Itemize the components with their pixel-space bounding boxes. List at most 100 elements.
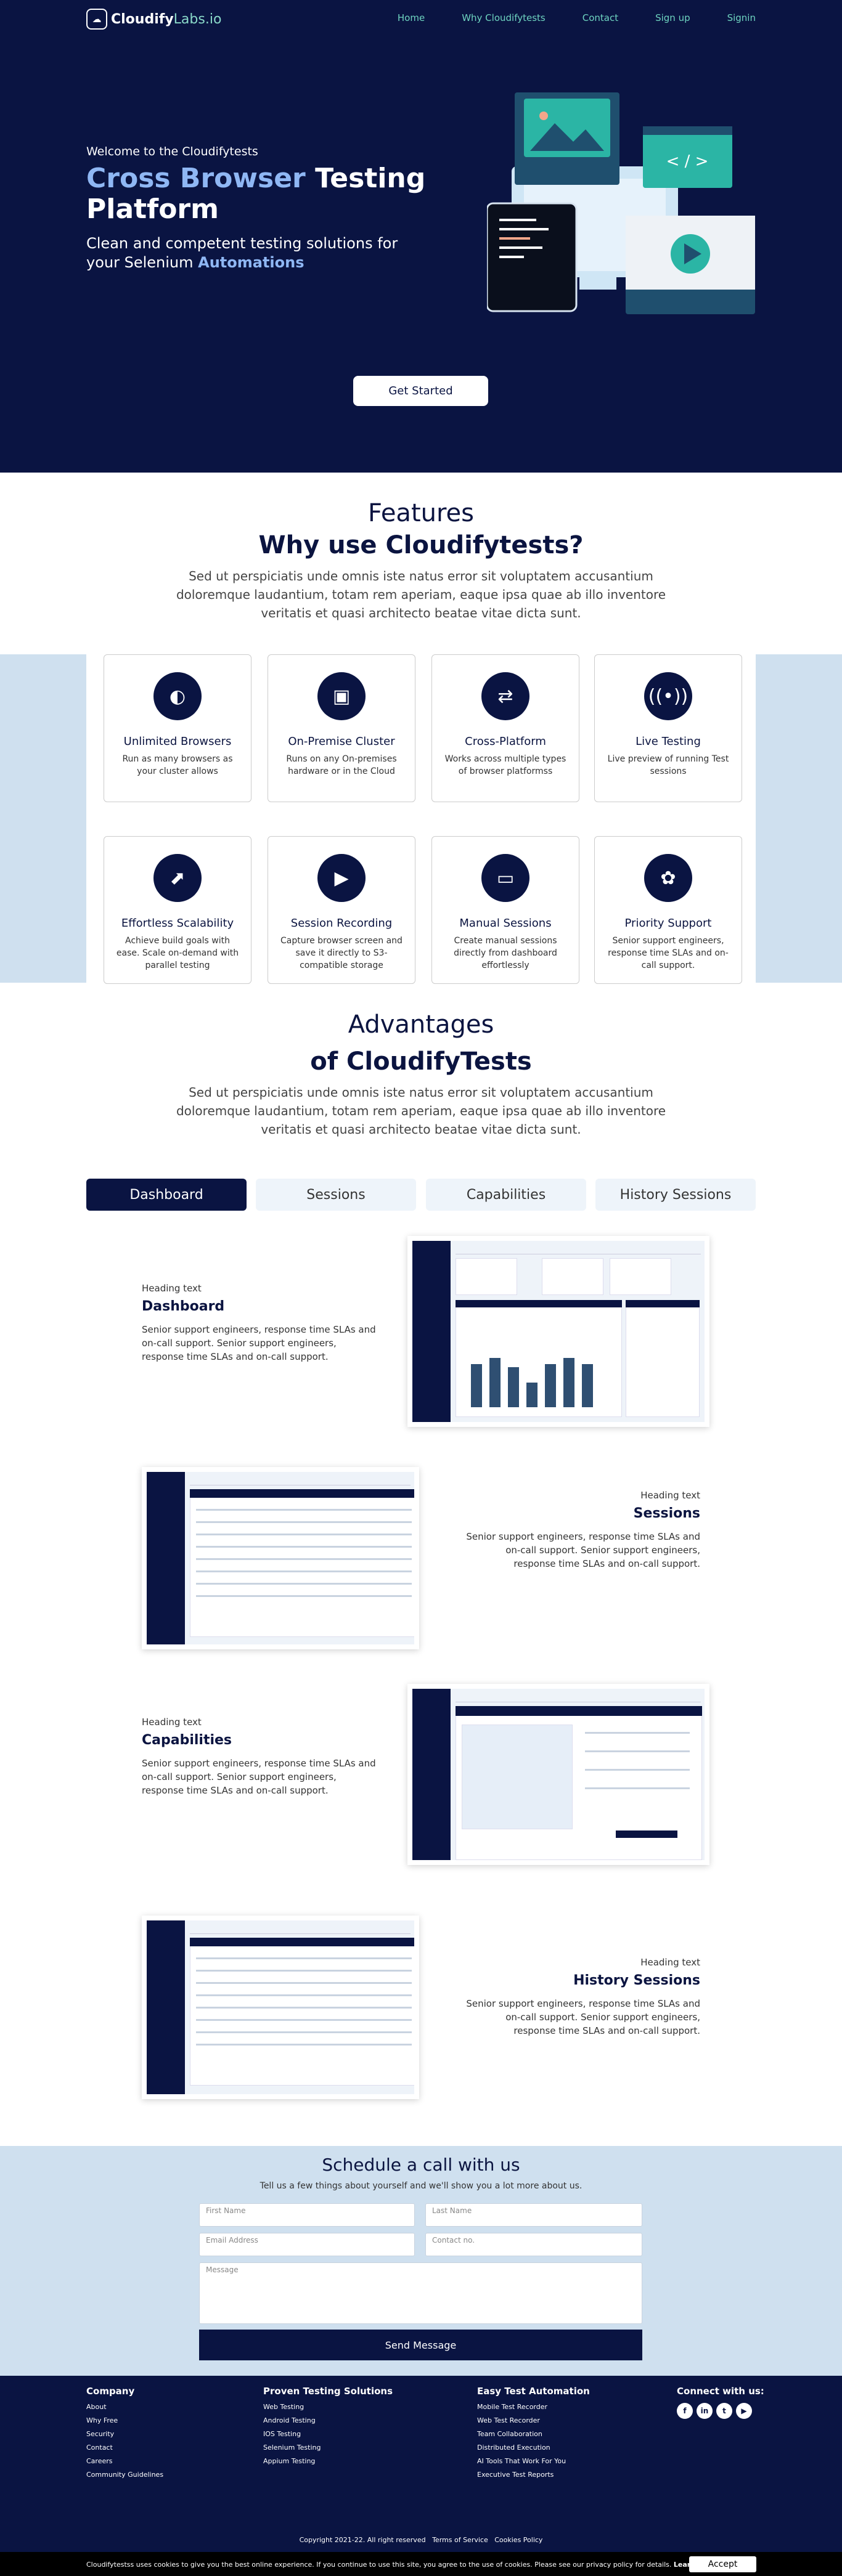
nav-link-why[interactable]: Why Cloudifytests (462, 12, 546, 23)
feature-card: ⬈ Effortless Scalability Achieve build goa… (104, 836, 251, 984)
footer-link[interactable]: Why Free (86, 2416, 163, 2424)
sessions-screenshot (142, 1467, 419, 1649)
feature-description: Senior support engineers, response time … (608, 936, 729, 970)
schedule-section: Schedule a call with us Tell us a few th… (0, 2146, 842, 2376)
facebook-icon[interactable]: f (677, 2403, 693, 2419)
footer-link[interactable]: About (86, 2403, 163, 2411)
advantage-row-history: Heading text History Sessions Senior sup… (466, 1957, 700, 2038)
footer-link[interactable]: Contact (86, 2444, 163, 2452)
footer-link[interactable]: AI Tools That Work For You (477, 2457, 590, 2465)
last-name-input[interactable]: Last Name (425, 2203, 642, 2227)
cookie-banner: Cloudifytestss uses cookies to give you … (0, 2552, 842, 2576)
terms-link[interactable]: Terms of Service (432, 2536, 488, 2544)
band-left (0, 654, 86, 983)
advantage-title: History Sessions (573, 1973, 700, 1988)
footer-link[interactable]: Executive Test Reports (477, 2471, 590, 2479)
footer-link[interactable]: Careers (86, 2457, 163, 2465)
first-name-input[interactable]: First Name (199, 2203, 415, 2227)
advantage-description: Senior support engineers, response time … (466, 1531, 700, 1569)
advantage-row-dashboard: Heading text Dashboard Senior support en… (142, 1283, 376, 1363)
advantage-description: Senior support engineers, response time … (142, 1324, 376, 1362)
footer-connect: Connect with us: f in t ▶ (677, 2386, 764, 2419)
feature-card: ▣ On-Premise Cluster Runs on any On-premis… (268, 654, 415, 802)
hero-title-highlight: Cross Browser (86, 163, 306, 194)
footer-link[interactable]: Appium Testing (263, 2457, 393, 2465)
footer-link[interactable]: Android Testing (263, 2416, 393, 2424)
hero-subtitle: Clean and competent testing solutions fo… (86, 234, 431, 272)
advantages-heading: Advantages of CloudifyTests Sed ut persp… (0, 1010, 842, 1139)
advantage-title: Capabilities (142, 1733, 232, 1748)
nav-link-signin[interactable]: Signin (727, 12, 756, 23)
footer-link[interactable]: Selenium Testing (263, 2444, 393, 2452)
email-input[interactable]: Email Address (199, 2233, 415, 2256)
feature-title: Unlimited Browsers (123, 735, 232, 748)
feature-card: ▭ Manual Sessions Create manual sessions d… (431, 836, 579, 984)
footer-heading: Easy Test Automation (477, 2386, 590, 2397)
advantage-small-heading: Heading text (142, 1717, 202, 1728)
top-nav: ☁ Cloudify Labs.io Home Why Cloudifytests… (0, 0, 842, 37)
broadcast-icon: ((•)) (644, 672, 692, 720)
tab-history-sessions[interactable]: History Sessions (595, 1179, 756, 1211)
message-textarea[interactable]: Message (199, 2262, 642, 2324)
cookies-link[interactable]: Cookies Policy (494, 2536, 542, 2544)
footer-heading: Company (86, 2386, 135, 2397)
get-started-button[interactable]: Get Started (353, 376, 488, 406)
feature-title: On-Premise Cluster (288, 735, 395, 748)
monitor-stand (579, 277, 616, 290)
advantage-title: Dashboard (142, 1299, 225, 1314)
tab-capabilities[interactable]: Capabilities (426, 1179, 586, 1211)
footer-link[interactable]: Web Test Recorder (477, 2416, 590, 2424)
footer-link[interactable]: IOS Testing (263, 2430, 393, 2438)
contact-input[interactable]: Contact no. (425, 2233, 642, 2256)
cookie-text-wrap: Cloudifytestss uses cookies to give you … (86, 2561, 717, 2569)
feature-description: Achieve build goals with ease. Scale on-… (116, 936, 239, 970)
feature-card: ✿ Priority Support Senior support engineer… (594, 836, 742, 984)
globe-icon: ◐ (153, 672, 202, 720)
footer-heading: Proven Testing Solutions (263, 2386, 393, 2397)
nav-link-contact[interactable]: Contact (582, 12, 618, 23)
features-grid: ◐ Unlimited Browsers Run as many browsers … (0, 654, 842, 984)
feature-description: Capture browser screen and save it direc… (280, 936, 403, 970)
nav-menu: Home Why Cloudifytests Contact Sign up S… (361, 12, 756, 23)
tab-dashboard[interactable]: Dashboard (86, 1179, 247, 1211)
send-message-button[interactable]: Send Message (199, 2330, 642, 2360)
social-icons: f in t ▶ (677, 2403, 764, 2419)
nav-link-signup[interactable]: Sign up (655, 12, 690, 23)
nav-link-home[interactable]: Home (398, 12, 425, 23)
advantage-small-heading: Heading text (640, 1490, 700, 1501)
footer-link[interactable]: Distributed Execution (477, 2444, 590, 2452)
advantage-row-capabilities: Heading text Capabilities Senior support… (142, 1717, 376, 1797)
advantage-description: Senior support engineers, response time … (142, 1758, 376, 1796)
advantage-title: Sessions (633, 1506, 700, 1521)
copyright-text: Copyright 2021-22. All right reserved (299, 2536, 426, 2544)
hero-welcome: Welcome to the Cloudifytests (86, 145, 258, 158)
footer-link[interactable]: Team Collaboration (477, 2430, 590, 2438)
capabilities-screenshot (407, 1684, 709, 1865)
feature-description: Create manual sessions directly from das… (454, 936, 557, 970)
schedule-title: Schedule a call with us (322, 2155, 520, 2175)
accept-cookies-button[interactable]: Accept (689, 2556, 756, 2572)
band-right (756, 654, 842, 983)
sun-icon (539, 112, 548, 120)
footer-link[interactable]: Mobile Test Recorder (477, 2403, 590, 2411)
hero-section: Welcome to the Cloudifytests Cross Brows… (0, 37, 842, 473)
advantage-description: Senior support engineers, response time … (466, 1998, 700, 2036)
feature-card: ((•)) Live Testing Live preview of running… (594, 654, 742, 802)
feature-title: Priority Support (624, 917, 712, 930)
brand-suffix: Labs.io (173, 11, 222, 27)
tab-sessions[interactable]: Sessions (256, 1179, 416, 1211)
video-icon: ▶ (317, 854, 366, 902)
footer-link[interactable]: Community Guidelines (86, 2471, 163, 2479)
twitter-icon[interactable]: t (716, 2403, 732, 2419)
footer-link[interactable]: Web Testing (263, 2403, 393, 2411)
footer-link[interactable]: Security (86, 2430, 163, 2438)
monitor-icon: ▭ (481, 854, 529, 902)
feature-title: Cross-Platform (465, 735, 546, 748)
youtube-icon[interactable]: ▶ (736, 2403, 752, 2419)
hero-subtitle-highlight: Automations (198, 254, 305, 271)
hero-title: Cross Browser Testing Platform (86, 163, 431, 225)
swap-icon: ⇄ (481, 672, 529, 720)
feature-title: Effortless Scalability (121, 917, 234, 930)
brand-logo[interactable]: ☁ Cloudify Labs.io (86, 9, 221, 30)
instagram-icon[interactable]: in (697, 2403, 713, 2419)
